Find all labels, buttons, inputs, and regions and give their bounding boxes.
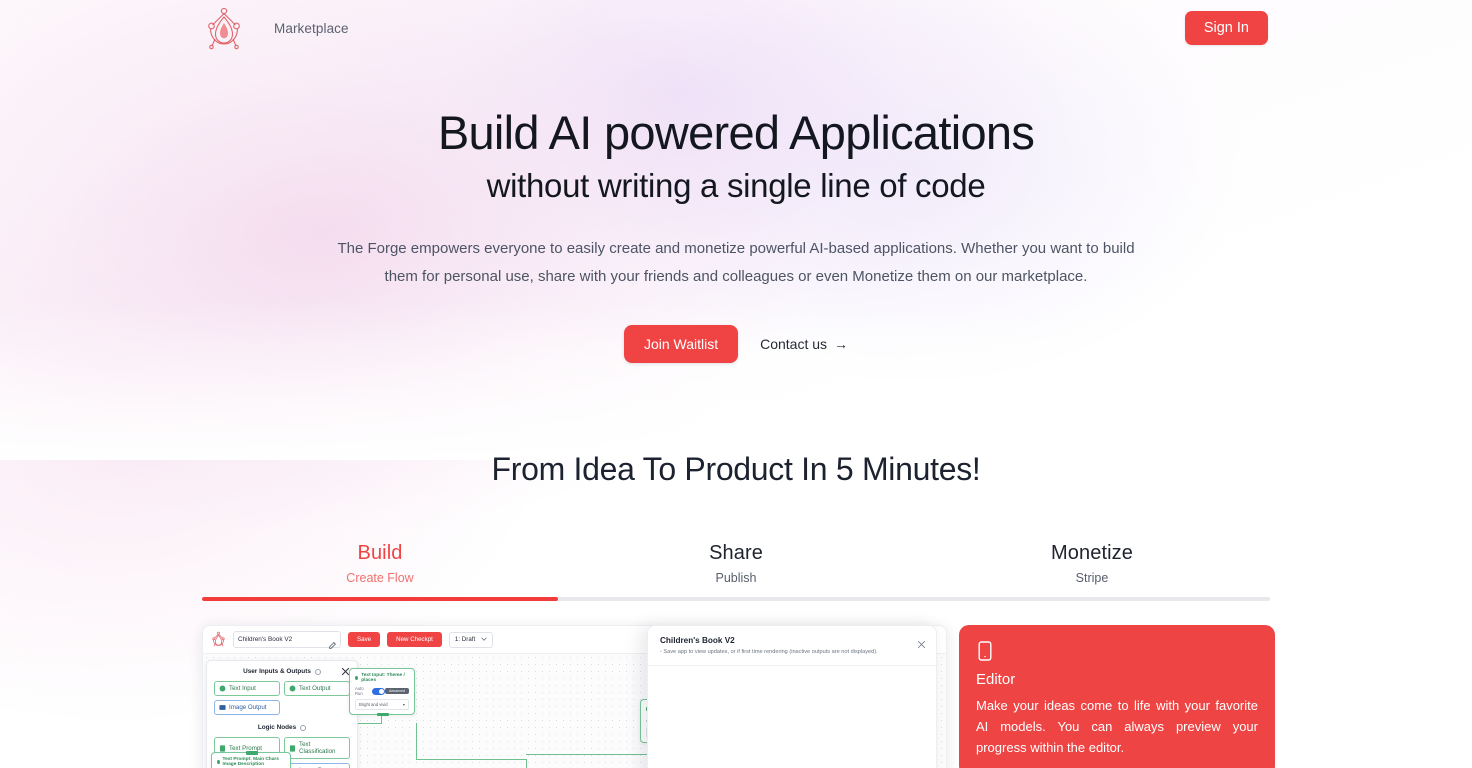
flow-node-value-field[interactable]: Bright and vivid ▾ [355, 699, 409, 711]
chevron-down-icon [481, 636, 487, 643]
palette-node-label: Text Input [229, 685, 256, 693]
info-card-title: Editor [976, 671, 1016, 689]
flow-edge [416, 759, 526, 761]
preview-panel-subtitle: - Save app to view updates, or if first … [660, 649, 878, 656]
page-root: Marketplace Sign In Build AI powered App… [0, 0, 1472, 768]
forge-flame-logo-icon[interactable] [204, 6, 244, 50]
flow-edge [526, 759, 527, 768]
auto-run-toggle[interactable] [371, 687, 386, 695]
close-icon[interactable] [917, 636, 926, 649]
tab-monetize-label: Monetize [1051, 542, 1133, 565]
help-icon[interactable] [300, 724, 307, 731]
palette-node-text-classification[interactable]: Text Classification [284, 737, 350, 760]
section-title: From Idea To Product In 5 Minutes! [491, 451, 981, 488]
sign-in-button[interactable]: Sign In [1184, 11, 1268, 45]
tab-progress-track [202, 597, 1270, 602]
tab-share-label: Share [709, 542, 763, 565]
hero-section: Build AI powered Applications without wr… [0, 56, 1472, 364]
tab-monetize[interactable]: Monetize Stripe [914, 542, 1270, 597]
tab-list: Build Create Flow Share Publish Monetize… [202, 542, 1270, 597]
advanced-badge[interactable]: Advanced [385, 688, 409, 695]
hero-subtitle: without writing a single line of code [486, 166, 986, 204]
primary-nav: Marketplace [274, 21, 349, 36]
flow-node-title-text: Text Prompt: Main Chars Image Descriptio… [222, 757, 279, 768]
tab-build[interactable]: Build Create Flow [202, 542, 558, 597]
preview-panel-title: Children's Book V2 [660, 636, 735, 646]
arrow-right-icon: → [834, 336, 849, 353]
mobile-phone-icon [976, 641, 994, 662]
palette-node-label: Text Classification [299, 741, 336, 756]
contact-us-link[interactable]: Contact us → [760, 336, 848, 352]
palette-section-one-title: User Inputs & Outputs [243, 668, 311, 676]
tab-build-sublabel: Create Flow [346, 571, 414, 586]
chat-bubble-icon [219, 685, 226, 692]
document-icon [219, 745, 226, 752]
flow-node-title: Text Prompt: Main Chars Image Descriptio… [217, 757, 285, 767]
flow-node-text-prompt-image-desc[interactable]: Text Prompt: Main Chars Image Descriptio… [211, 751, 291, 768]
edit-pencil-icon[interactable] [329, 636, 336, 650]
document-icon [217, 760, 220, 765]
palette-section-one-header: User Inputs & Outputs [214, 668, 350, 676]
palette-section-two-header: Logic Nodes [214, 724, 350, 731]
preview-panel-screenshot[interactable]: Children's Book V2 - Save app to view up… [647, 625, 937, 768]
hero-cta-group: Join Waitlist Contact us → [0, 325, 1472, 364]
chat-bubble-icon [289, 685, 296, 692]
info-card-description: Make your ideas come to life with your f… [976, 698, 1258, 756]
auto-run-label: Auto Run [355, 686, 364, 697]
palette-section-two-title: Logic Nodes [257, 724, 297, 732]
palette-node-text-input[interactable]: Text Input [214, 681, 280, 697]
flow-node-output-handle[interactable] [377, 712, 389, 717]
hero-description: The Forge empowers everyone to easily cr… [337, 239, 1135, 285]
tab-share-sublabel: Publish [715, 571, 757, 586]
join-waitlist-button[interactable]: Join Waitlist [623, 325, 739, 364]
flow-node-text-input-theme[interactable]: Text Input: Theme / places Auto Run Adva… [349, 668, 415, 717]
palette-node-label: Text Output [299, 685, 331, 693]
palette-node-text-output[interactable]: Text Output [284, 681, 350, 697]
tab-build-label: Build [357, 542, 403, 565]
showcase-area: Children's Book V2 Save New Checkpt 1: D… [202, 625, 1275, 768]
forge-logo-small-icon [211, 631, 226, 648]
palette-node-label: Image Output [229, 704, 267, 712]
flow-node-title: Text Input: Theme / places [355, 673, 409, 683]
status-dot-icon [355, 676, 359, 681]
chevron-down-icon: ▾ [402, 702, 405, 708]
app-name-input[interactable]: Children's Book V2 [233, 631, 341, 650]
flow-node-title-text: Text Input: Theme / places [361, 673, 405, 684]
editor-new-checkpoint-button[interactable]: New Checkpt [387, 632, 442, 648]
palette-nodes-inputs-outputs: Text Input Text Output Image Output [214, 681, 350, 716]
help-icon[interactable] [314, 668, 321, 675]
app-name-value: Children's Book V2 [238, 636, 293, 644]
screenshot-column: Children's Book V2 Save New Checkpt 1: D… [202, 625, 947, 768]
version-select-value: 1: Draft [454, 636, 476, 644]
hero-title: Build AI powered Applications [437, 106, 1035, 159]
contact-us-label: Contact us [760, 336, 828, 353]
nav-link-marketplace[interactable]: Marketplace [274, 21, 349, 36]
palette-node-image-output[interactable]: Image Output [214, 700, 280, 716]
info-cards-column: Editor Make your ideas come to life with… [959, 625, 1275, 768]
tab-active-indicator [202, 597, 558, 602]
tab-monetize-sublabel: Stripe [1075, 571, 1109, 586]
feature-tabs: Build Create Flow Share Publish Monetize… [202, 542, 1270, 602]
version-select[interactable]: 1: Draft [448, 631, 494, 648]
flow-node-value: Bright and vivid [359, 702, 388, 708]
site-header: Marketplace Sign In [0, 0, 1472, 56]
flow-node-controls: Auto Run Advanced [355, 686, 409, 696]
info-card-editor[interactable]: Editor Make your ideas come to life with… [959, 625, 1275, 768]
palette-node-image-prompt[interactable]: Image Prompt [284, 763, 350, 768]
document-icon [289, 745, 296, 752]
flow-node-input-handle[interactable] [246, 751, 258, 755]
flow-edge [416, 723, 417, 760]
image-icon [219, 704, 226, 711]
preview-panel-header: Children's Book V2 - Save app to view up… [648, 626, 936, 667]
tab-share[interactable]: Share Publish [558, 542, 914, 597]
editor-save-button[interactable]: Save [348, 632, 381, 648]
